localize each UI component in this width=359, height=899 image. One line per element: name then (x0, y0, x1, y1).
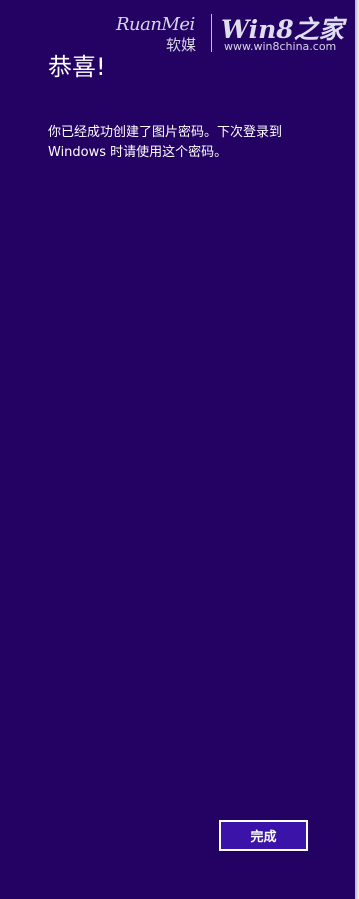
site-watermark: RuanMei 软媒 Win8之家 www.win8china.com (116, 12, 346, 56)
screen-edge (355, 0, 359, 899)
watermark-divider (211, 14, 212, 52)
ruanmei-logo-text: RuanMei (116, 14, 195, 35)
success-message: 你已经成功创建了图片密码。下次登录到 Windows 时请使用这个密码。 (48, 125, 283, 160)
ruanmei-logo-cn: 软媒 (166, 36, 197, 54)
page-title: 恭喜! (48, 53, 106, 81)
picture-password-complete-screen: RuanMei 软媒 Win8之家 www.win8china.com 恭喜! … (0, 0, 355, 899)
watermark-url: www.win8china.com (224, 40, 337, 53)
done-button[interactable]: 完成 (219, 820, 308, 851)
